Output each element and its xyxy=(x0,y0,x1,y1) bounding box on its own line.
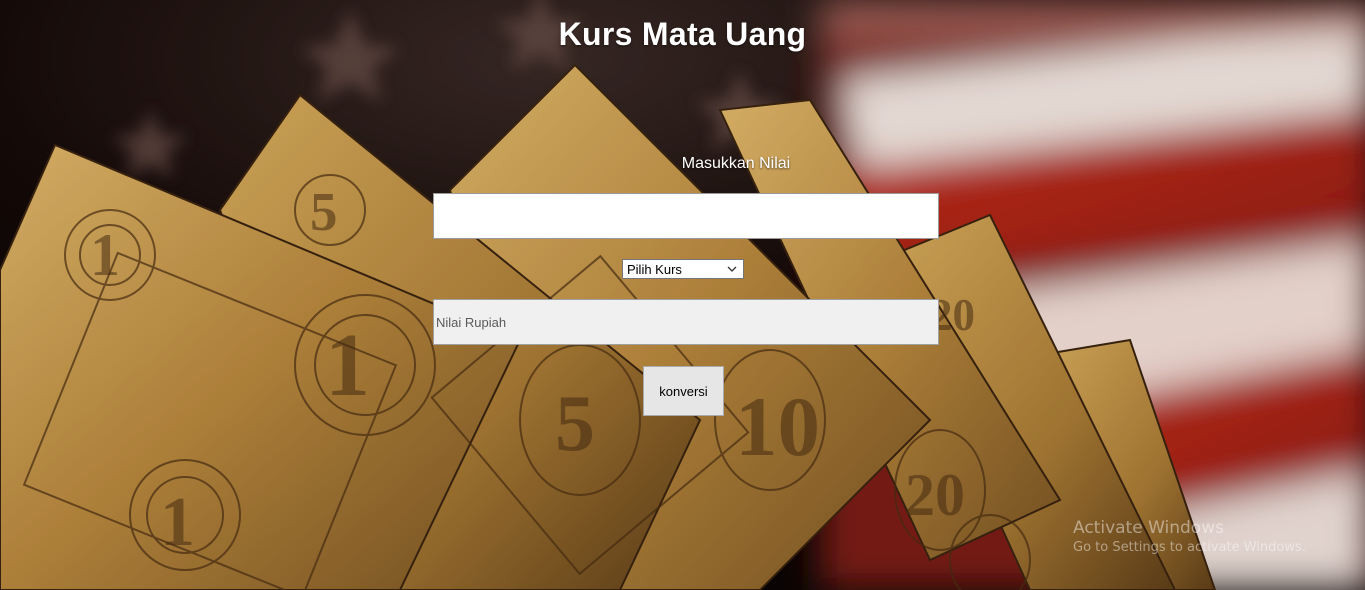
windows-activation-watermark: Activate Windows Go to Settings to activ… xyxy=(1073,517,1306,557)
konversi-button[interactable]: konversi xyxy=(643,366,724,416)
kurs-select[interactable]: Pilih Kurs xyxy=(622,259,744,279)
kurs-select-value: Pilih Kurs xyxy=(627,261,682,277)
chevron-down-icon xyxy=(725,262,739,276)
nilai-label: Masukkan Nilai xyxy=(681,155,791,172)
watermark-title: Activate Windows xyxy=(1073,518,1224,538)
rupiah-output-field[interactable] xyxy=(433,299,939,345)
background-image: 1 1 5 5 10 20 20 1 xyxy=(0,0,1365,590)
nilai-input[interactable] xyxy=(433,193,939,239)
watermark-subtitle: Go to Settings to activate Windows. xyxy=(1073,540,1306,555)
page-title: Kurs Mata Uang xyxy=(558,16,807,52)
